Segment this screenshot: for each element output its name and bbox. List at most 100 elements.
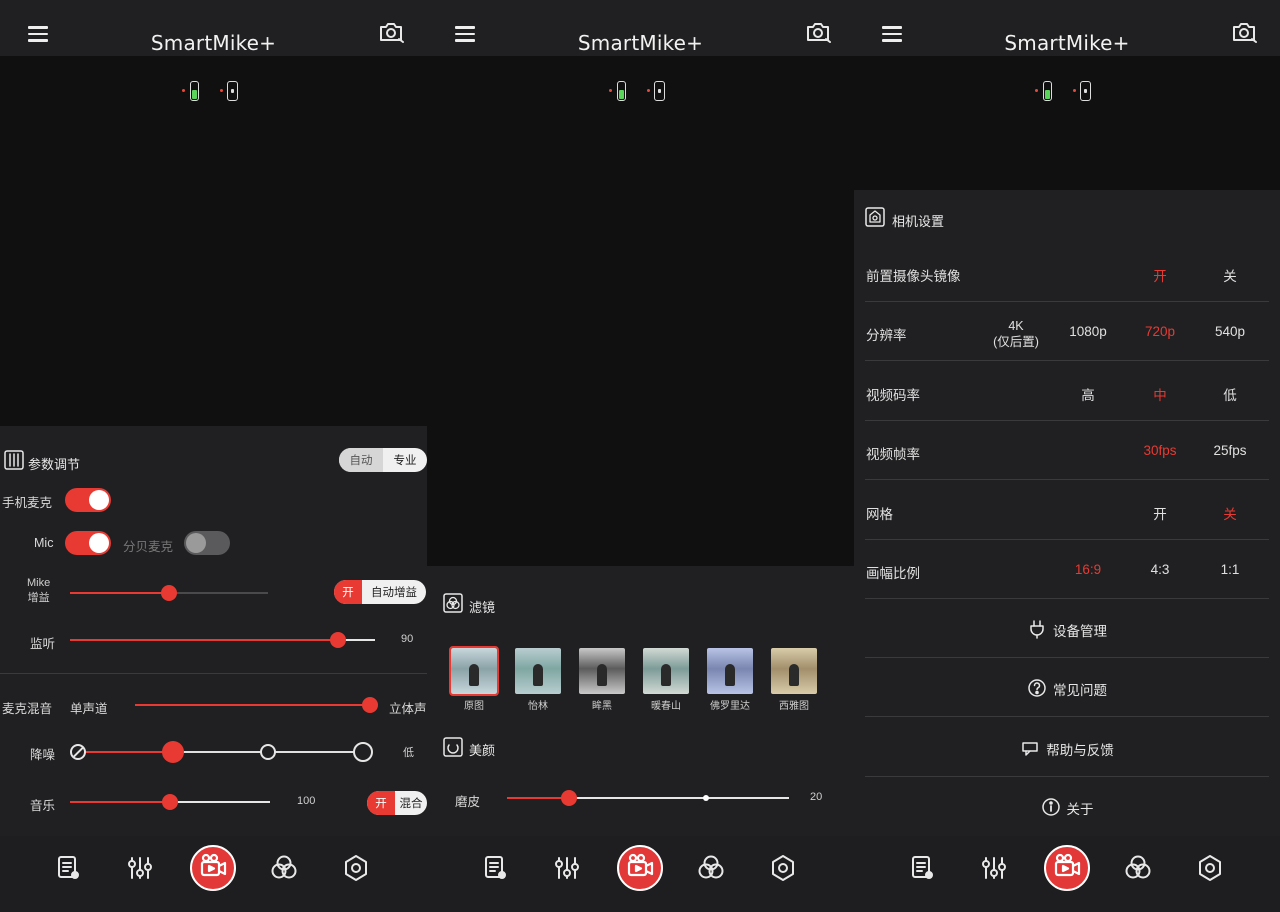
filter-item[interactable]: 西雅图 [771,648,817,712]
option-网格[interactable]: 开 [1124,503,1196,523]
monitor-slider[interactable] [70,632,375,648]
option-画幅比例[interactable]: 16:9 [1052,562,1124,577]
option-前置摄像头镜像[interactable]: 开 [1124,265,1196,285]
row-divider [865,419,1269,421]
mike-gain-slider[interactable] [70,585,268,601]
channel-slider[interactable] [135,697,378,713]
screen-audio-settings: SmartMike+ 参数调节 自动 专业 手机麦克 Mic 分贝麦克 Mike 增益开自动增… [0,0,427,912]
settings-icon[interactable] [767,852,799,884]
row-divider [865,538,1269,540]
option-分辨率[interactable]: 4K (仅后置) [980,318,1052,350]
option-网格[interactable]: 关 [1194,503,1266,523]
setting-label: 视频码率 [866,387,920,403]
help-feedback-link[interactable]: 帮助与反馈 [854,739,1280,759]
app-title: SmartMike+ [150,31,277,55]
sliders-icon[interactable] [978,852,1010,884]
filter-item[interactable]: 佛罗里达 [707,648,753,712]
mike-gain-slider-thumb[interactable] [161,585,177,601]
link-label: 帮助与反馈 [1046,742,1114,758]
about-link[interactable]: 关于 [854,798,1280,818]
setting-label: 视频帧率 [866,447,920,463]
filter-thumbnail[interactable] [449,646,499,696]
filters-icon[interactable] [268,852,300,884]
option-分辨率[interactable]: 540p [1194,324,1266,339]
channel-slider-thumb[interactable] [362,697,378,713]
record-icon[interactable] [617,845,663,891]
camera-switch-icon[interactable] [377,19,405,45]
mode-auto[interactable]: 自动 [339,448,383,472]
option-画幅比例[interactable]: 4:3 [1124,562,1196,577]
auto-gain-toggle[interactable]: 开自动增益 [334,580,426,604]
filters-icon[interactable] [1122,852,1154,884]
sliders-icon[interactable] [124,852,156,884]
app-title: SmartMike+ [577,31,704,55]
music-slider-thumb[interactable] [162,794,178,810]
option-前置摄像头镜像[interactable]: 关 [1194,265,1266,285]
skin-slider-thumb[interactable] [561,790,578,806]
option-画幅比例[interactable]: 1:1 [1194,562,1266,577]
section-title: 参数调节 [28,457,81,472]
filter-title: 滤镜 [469,600,496,615]
mode-pro[interactable]: 专业 [383,448,427,472]
link-label: 关于 [1066,802,1094,818]
skin-slider[interactable] [507,790,789,806]
music-slider[interactable] [70,794,270,810]
divider [0,673,427,674]
phone-device-icon [219,80,240,102]
reverb-stepper[interactable] [70,741,373,763]
filter-thumbnail[interactable] [643,648,689,694]
camera-sheet: 相机设置 前置摄像头镜像开关分辨率 4K (仅后置) 1080p 720p 540p 视频码… [854,190,1280,836]
option-视频码率[interactable]: 中 [1124,384,1196,404]
filters-icon[interactable] [695,852,727,884]
setting-label: 前置摄像头镜像 [866,269,961,284]
device-management-link[interactable]: 设备管理 [854,620,1280,640]
music-on[interactable]: 开 [367,791,395,815]
filter-name: 暖春山 [651,701,681,712]
filter-thumbnail[interactable] [515,648,561,694]
filter-thumbnail[interactable] [579,648,625,694]
record-icon[interactable] [1044,845,1090,891]
record-icon[interactable] [190,845,236,891]
option-视频帧率[interactable]: 25fps [1194,443,1266,458]
plug-icon [1027,619,1047,639]
camera-switch-icon[interactable] [1230,19,1258,45]
option-视频帧率[interactable]: 30fps [1124,443,1196,458]
settings-icon[interactable] [1194,852,1226,884]
filter-thumbnail[interactable] [771,648,817,694]
script-icon[interactable] [479,852,511,884]
reverb-step-1[interactable] [162,741,184,763]
settings-icon[interactable] [340,852,372,884]
option-视频码率[interactable]: 高 [1052,384,1124,404]
camera-settings-icon [865,207,885,227]
auto-gain-label[interactable]: 自动增益 [362,580,426,604]
filter-item[interactable]: 怡林 [515,648,561,712]
link-label: 常见问题 [1053,683,1107,699]
filter-item[interactable]: 原图 [449,646,499,712]
music-toggle[interactable]: 开混合 [367,791,427,815]
filter-item[interactable]: 暖春山 [643,648,689,712]
split-mic-toggle[interactable] [184,531,230,555]
auto-gain-on[interactable]: 开 [334,580,362,604]
script-icon[interactable] [906,852,938,884]
filter-thumbnail[interactable] [707,648,753,694]
filter-icon [443,593,463,613]
phone-device-icon [1073,80,1093,102]
monitor-slider-thumb[interactable] [330,632,347,648]
camera-switch-icon[interactable] [804,19,832,45]
music-mix[interactable]: 混合 [395,791,427,815]
mic-toggle[interactable] [65,531,111,555]
option-分辨率[interactable]: 1080p [1052,324,1124,339]
faq-link[interactable]: 常见问题 [854,679,1280,699]
reverb-step-3[interactable] [353,742,373,762]
mode-toggle[interactable]: 自动 专业 [339,448,427,472]
filter-item[interactable]: 眸黑 [579,648,625,712]
script-icon[interactable] [52,852,84,884]
row-divider [865,716,1269,718]
option-视频码率[interactable]: 低 [1194,384,1266,404]
sliders-icon[interactable] [551,852,583,884]
option-分辨率[interactable]: 720p [1124,324,1196,339]
reverb-step-2[interactable] [260,744,276,760]
device-status [854,80,1280,106]
sliders-icon [4,450,24,470]
phone-mic-toggle[interactable] [65,488,111,512]
